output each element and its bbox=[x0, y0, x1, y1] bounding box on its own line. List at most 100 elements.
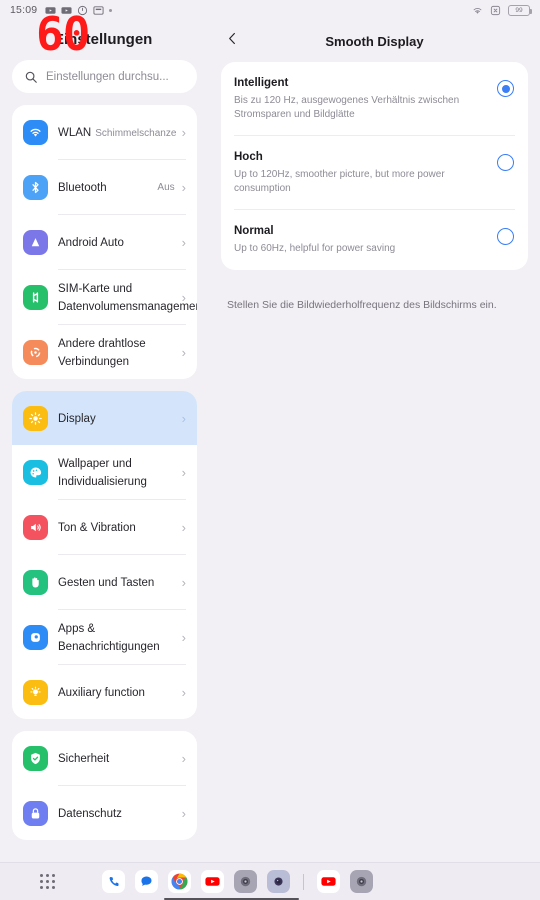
app-drawer-icon[interactable] bbox=[40, 874, 55, 889]
more-notifications-dot bbox=[109, 8, 113, 12]
youtube-app-icon[interactable] bbox=[201, 870, 224, 893]
sidebar-item-security[interactable]: Sicherheit › bbox=[12, 731, 197, 785]
sidebar-item-label: Bluetooth bbox=[58, 182, 107, 194]
youtube-app-icon[interactable] bbox=[317, 870, 340, 893]
sidebar-item-wlan[interactable]: WLAN Schimmelschanze › bbox=[12, 105, 197, 159]
radio-button-intelligent[interactable] bbox=[497, 80, 514, 97]
sidebar-item-label: Android Auto bbox=[58, 237, 124, 249]
no-sim-icon bbox=[490, 5, 501, 15]
sidebar-item-display[interactable]: Display › bbox=[12, 391, 197, 445]
sidebar-item-wallpaper[interactable]: Wallpaper und Individualisierung › bbox=[12, 445, 197, 499]
option-text: Hoch Up to 120Hz, smoother picture, but … bbox=[234, 150, 497, 195]
sidebar-group-connectivity: WLAN Schimmelschanze › Bluetooth Aus › A… bbox=[12, 105, 197, 379]
sidebar-item-label: Gesten und Tasten bbox=[58, 577, 155, 589]
sidebar-item-auxiliary-function[interactable]: Auxiliary function › bbox=[12, 665, 197, 719]
sidebar-item-label: Ton & Vibration bbox=[58, 522, 136, 534]
sidebar-item-text: Datenschutz bbox=[58, 804, 182, 822]
chevron-right-icon: › bbox=[181, 344, 186, 360]
sidebar-group-device: Display › Wallpaper und Individualisieru… bbox=[12, 391, 197, 719]
wireless-connections-icon bbox=[23, 339, 48, 365]
wifi-icon bbox=[473, 7, 482, 14]
detail-header: Smooth Display bbox=[209, 20, 540, 62]
screenshot-icon bbox=[93, 5, 104, 15]
status-clock: 15:09 bbox=[10, 4, 38, 16]
sidebar-item-label: Auxiliary function bbox=[58, 687, 145, 699]
camera-app-icon[interactable] bbox=[267, 870, 290, 893]
sidebar-item-text: Auxiliary function bbox=[58, 683, 182, 701]
chevron-right-icon: › bbox=[181, 464, 186, 480]
sidebar-item-label: Display bbox=[58, 413, 96, 425]
radio-button-hoch[interactable] bbox=[497, 154, 514, 171]
detail-footer-text: Stellen Sie die Bildwiederholfrequenz de… bbox=[227, 298, 497, 311]
sidebar-item-text: Andere drahtlose Verbindungen bbox=[58, 334, 182, 370]
refresh-rate-options-card: Intelligent Bis zu 120 Hz, ausgewogenes … bbox=[221, 62, 528, 270]
sidebar-group-privacy: Sicherheit › Datenschutz › bbox=[12, 731, 197, 840]
phone-app-icon[interactable] bbox=[102, 870, 125, 893]
sidebar-item-text: Wallpaper und Individualisierung bbox=[58, 454, 182, 490]
radio-button-normal[interactable] bbox=[497, 228, 514, 245]
taskbar bbox=[0, 862, 540, 900]
settings-sidebar: Einstellungen Einstellungen durchsu... W… bbox=[0, 20, 209, 862]
chevron-left-icon bbox=[229, 32, 235, 45]
sidebar-item-value: Aus bbox=[157, 181, 175, 193]
chevron-right-icon: › bbox=[181, 410, 186, 426]
option-description: Up to 120Hz, smoother picture, but more … bbox=[234, 169, 445, 194]
chevron-right-icon: › bbox=[181, 234, 186, 250]
camera-app-icon[interactable] bbox=[350, 870, 373, 893]
battery-icon: 99 bbox=[508, 4, 532, 16]
detail-panel: Smooth Display Intelligent Bis zu 120 Hz… bbox=[209, 20, 540, 862]
sidebar-item-label: Sicherheit bbox=[58, 753, 110, 765]
chrome-app-icon[interactable] bbox=[168, 870, 191, 893]
option-name: Hoch bbox=[234, 151, 263, 163]
sidebar-item-label: Wallpaper und Individualisierung bbox=[58, 458, 147, 488]
sidebar-item-sub: Schimmelschanze bbox=[95, 128, 177, 139]
sidebar-item-label: Apps & Benachrichtigungen bbox=[58, 623, 160, 653]
sidebar-item-android-auto[interactable]: Android Auto › bbox=[12, 215, 197, 269]
option-normal[interactable]: Normal Up to 60Hz, helpful for power sav… bbox=[221, 210, 528, 270]
wifi-icon bbox=[23, 119, 48, 145]
search-input[interactable]: Einstellungen durchsu... bbox=[12, 60, 197, 93]
option-text: Normal Up to 60Hz, helpful for power sav… bbox=[234, 224, 497, 256]
sidebar-item-text: Gesten und Tasten bbox=[58, 573, 182, 591]
sidebar-item-text: SIM-Karte und Datenvolumensmanagement bbox=[58, 279, 197, 315]
sim-card-icon bbox=[23, 284, 48, 310]
chevron-right-icon: › bbox=[181, 574, 186, 590]
brightness-icon bbox=[23, 405, 48, 431]
sidebar-item-bluetooth[interactable]: Bluetooth Aus › bbox=[12, 160, 197, 214]
shield-check-icon bbox=[23, 745, 48, 771]
fps-overlay: 60 bbox=[36, 7, 90, 61]
option-intelligent[interactable]: Intelligent Bis zu 120 Hz, ausgewogenes … bbox=[221, 62, 528, 135]
page-title: Einstellungen bbox=[54, 31, 153, 48]
sidebar-item-sim-card[interactable]: SIM-Karte und Datenvolumensmanagement › bbox=[12, 270, 197, 324]
android-auto-icon bbox=[23, 229, 48, 255]
speaker-icon bbox=[23, 514, 48, 540]
sidebar-item-gestures[interactable]: Gesten und Tasten › bbox=[12, 555, 197, 609]
phone-screen: 15:09 99 60 Einstellungen Einstellungen … bbox=[0, 0, 540, 900]
sidebar-item-text: Sicherheit bbox=[58, 749, 182, 767]
sidebar-item-label: Andere drahtlose Verbindungen bbox=[58, 338, 146, 368]
camera-app-icon[interactable] bbox=[234, 870, 257, 893]
sidebar-item-other-wireless[interactable]: Andere drahtlose Verbindungen › bbox=[12, 325, 197, 379]
dock bbox=[102, 870, 373, 900]
option-description: Bis zu 120 Hz, ausgewogenes Verhältnis z… bbox=[234, 95, 460, 120]
back-button[interactable] bbox=[225, 31, 240, 51]
sidebar-item-label: WLAN bbox=[58, 127, 92, 139]
sidebar-item-label: SIM-Karte und Datenvolumensmanagement bbox=[58, 283, 197, 313]
chevron-right-icon: › bbox=[181, 629, 186, 645]
sidebar-item-sound-vibration[interactable]: Ton & Vibration › bbox=[12, 500, 197, 554]
chevron-right-icon: › bbox=[181, 805, 186, 821]
sidebar-item-apps-notifications[interactable]: Apps & Benachrichtigungen › bbox=[12, 610, 197, 664]
detail-title: Smooth Display bbox=[325, 33, 424, 49]
apps-icon bbox=[23, 624, 48, 650]
option-name: Normal bbox=[234, 225, 274, 237]
option-description: Up to 60Hz, helpful for power saving bbox=[234, 243, 396, 254]
sidebar-item-text: Apps & Benachrichtigungen bbox=[58, 619, 182, 655]
option-hoch[interactable]: Hoch Up to 120Hz, smoother picture, but … bbox=[221, 136, 528, 209]
search-icon bbox=[25, 71, 37, 83]
chevron-right-icon: › bbox=[181, 179, 186, 195]
chevron-right-icon: › bbox=[181, 519, 186, 535]
sidebar-item-text: Bluetooth bbox=[58, 178, 157, 196]
messages-app-icon[interactable] bbox=[135, 870, 158, 893]
sidebar-item-privacy[interactable]: Datenschutz › bbox=[12, 786, 197, 840]
palette-icon bbox=[23, 459, 48, 485]
